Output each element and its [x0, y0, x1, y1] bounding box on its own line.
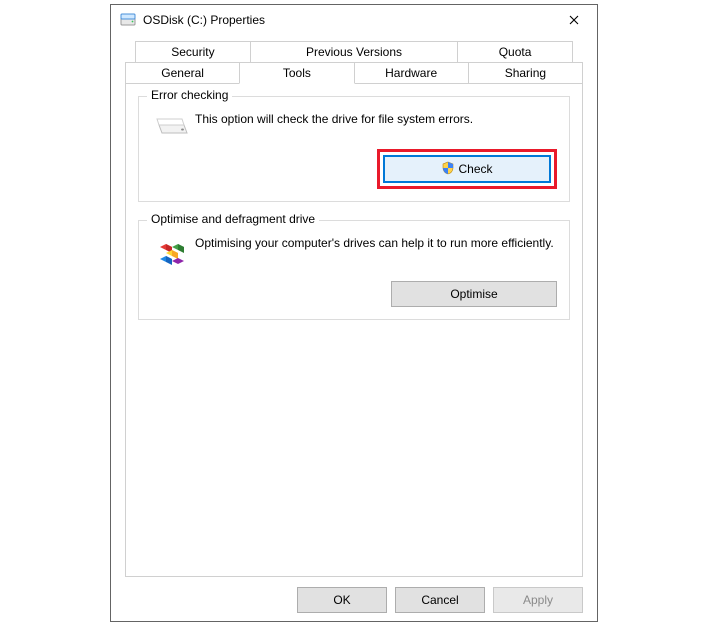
shield-icon [441, 161, 455, 178]
tab-quota[interactable]: Quota [457, 41, 573, 62]
properties-dialog: OSDisk (C:) Properties Security Previous… [110, 4, 598, 622]
tab-panel-tools: Error checking This option will check th… [125, 83, 583, 577]
dialog-button-row: OK Cancel Apply [111, 577, 597, 625]
tab-label: Previous Versions [306, 45, 402, 59]
group-optimise: Optimise and defragment drive [138, 220, 570, 320]
titlebar: OSDisk (C:) Properties [111, 5, 597, 35]
optimise-button-label: Optimise [450, 287, 497, 301]
optimise-description: Optimising your computer's drives can he… [195, 235, 557, 251]
defrag-icon [151, 235, 195, 271]
apply-button-label: Apply [523, 593, 553, 607]
check-button[interactable]: Check [383, 155, 551, 183]
group-title: Error checking [147, 88, 232, 102]
apply-button[interactable]: Apply [493, 587, 583, 613]
dialog-body: Security Previous Versions Quota General [111, 35, 597, 577]
drive-check-icon [151, 111, 195, 139]
tab-tools[interactable]: Tools [239, 62, 354, 84]
tab-previous-versions[interactable]: Previous Versions [250, 41, 458, 62]
tab-hardware[interactable]: Hardware [354, 62, 469, 83]
tab-label: General [161, 66, 204, 80]
ok-button[interactable]: OK [297, 587, 387, 613]
tab-label: Security [171, 45, 214, 59]
tab-label: Tools [283, 66, 311, 80]
close-button[interactable] [551, 5, 597, 35]
annotation-highlight: Check [377, 149, 557, 189]
tabs-container: Security Previous Versions Quota General [125, 41, 583, 577]
tab-row-back: Security Previous Versions Quota [135, 41, 573, 62]
tab-security[interactable]: Security [135, 41, 251, 62]
tab-label: Sharing [505, 66, 546, 80]
tab-row-front: General Tools Hardware Sharing [125, 62, 583, 83]
cancel-button[interactable]: Cancel [395, 587, 485, 613]
window-title: OSDisk (C:) Properties [143, 13, 551, 27]
tab-label: Quota [499, 45, 532, 59]
check-button-label: Check [458, 162, 492, 176]
tab-label: Hardware [385, 66, 437, 80]
group-error-checking: Error checking This option will check th… [138, 96, 570, 202]
tab-sharing[interactable]: Sharing [468, 62, 583, 83]
cancel-button-label: Cancel [421, 593, 458, 607]
optimise-button[interactable]: Optimise [391, 281, 557, 307]
error-checking-description: This option will check the drive for fil… [195, 111, 557, 127]
drive-icon [119, 11, 137, 29]
tab-general[interactable]: General [125, 62, 240, 83]
ok-button-label: OK [333, 593, 350, 607]
group-title: Optimise and defragment drive [147, 212, 319, 226]
